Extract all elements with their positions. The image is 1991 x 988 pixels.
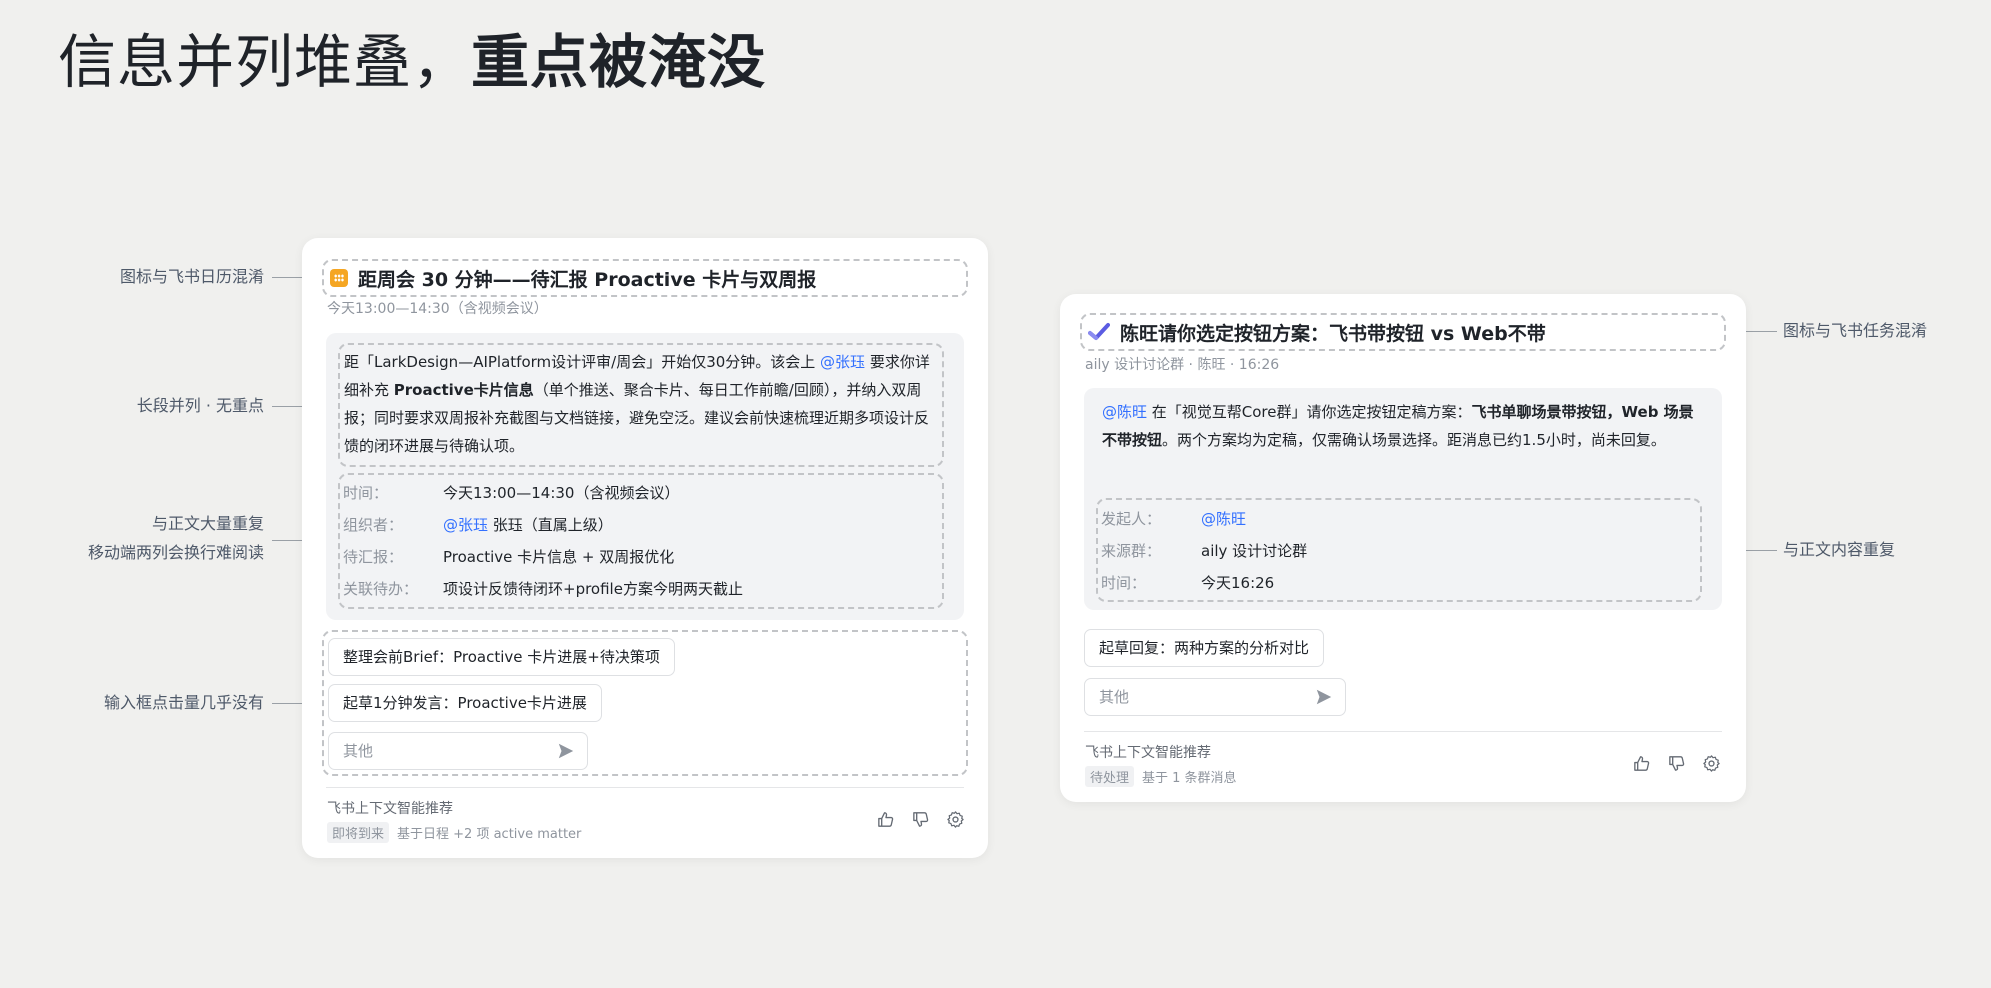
card-subtitle: 今天13:00—14:30（含视频会议） — [327, 301, 548, 317]
other-input[interactable] — [1099, 688, 1249, 706]
info-label: 时间： — [1101, 573, 1147, 592]
page-title-bold: 重点被淹没 — [471, 28, 767, 96]
suggestion-chip[interactable]: 整理会前Brief：Proactive 卡片进展+待决策项 — [328, 638, 675, 676]
annotation-duplicate-line1: 与正文大量重复 — [151, 514, 264, 533]
suggestion-chip[interactable]: 起草回复：两种方案的分析对比 — [1084, 629, 1325, 667]
footer-source: 基于 1 条群消息 — [1142, 771, 1237, 786]
card-title-row: 陈旺请你选定按钮方案：飞书带按钮 vs Web不带 — [1080, 313, 1726, 351]
info-row-time: 时间： 今天16:26 — [1101, 566, 1307, 598]
footer-meta: 即将到来 基于日程 +2 项 active matter — [327, 822, 581, 843]
task-check-icon — [1088, 323, 1110, 340]
annotation-duplicate-line2: 移动端两列会换行难阅读 — [87, 543, 264, 562]
status-badge: 待处理 — [1085, 766, 1135, 787]
card-title: 陈旺请你选定按钮方案：飞书带按钮 vs Web不带 — [1120, 322, 1546, 345]
info-label: 发起人： — [1101, 509, 1162, 528]
info-value: 今天13:00—14:30（含视频会议） — [443, 483, 680, 502]
card-title-row: 距周会 30 分钟——待汇报 Proactive 卡片与双周报 — [322, 259, 968, 297]
body-paragraph: 距「LarkDesign—AIPlatform设计评审/周会」开始仅30分钟。该… — [344, 353, 930, 455]
info-row-initiator: 发起人： @陈旺 — [1101, 502, 1307, 534]
mention-link[interactable]: @张珏 — [443, 516, 488, 534]
gear-icon[interactable] — [1702, 754, 1721, 773]
info-label: 关联待办： — [343, 579, 419, 598]
calendar-icon — [330, 269, 348, 287]
mention-link[interactable]: @陈旺 — [1102, 403, 1147, 421]
info-row-report: 待汇报： Proactive 卡片信息 + 双周报优化 — [343, 540, 743, 572]
send-icon[interactable] — [557, 742, 575, 760]
footer-title: 飞书上下文智能推荐 — [327, 801, 453, 817]
info-table-box: 时间： 今天13:00—14:30（含视频会议） 组织者： @张珏 张珏（直属上… — [338, 473, 944, 609]
annotation-icon-calendar: 图标与飞书日历混淆 — [119, 267, 264, 286]
info-row-organizer: 组织者： @张珏 张珏（直属上级） — [343, 508, 743, 540]
info-row-source-group: 来源群： aily 设计讨论群 — [1101, 534, 1307, 566]
info-label: 时间： — [343, 483, 389, 502]
gear-icon[interactable] — [946, 810, 965, 829]
feedback-actions — [1632, 754, 1721, 773]
thumbs-up-icon[interactable] — [876, 810, 895, 829]
info-label: 待汇报： — [343, 547, 404, 566]
page-title-normal: 信息并列堆叠， — [58, 28, 472, 96]
mention-link[interactable]: @陈旺 — [1201, 510, 1246, 528]
annotation-input-usage: 输入框点击量几乎没有 — [103, 693, 264, 712]
annotation-icon-task: 图标与飞书任务混淆 — [1783, 321, 1928, 340]
meeting-reminder-card: 距周会 30 分钟——待汇报 Proactive 卡片与双周报 今天13:00—… — [302, 238, 988, 858]
info-value: 项设计反馈待闭环+profile方案今明两天截止 — [443, 579, 743, 598]
info-value: aily 设计讨论群 — [1201, 541, 1308, 560]
card-body: @陈旺 在「视觉互帮Core群」请你选定按钮定稿方案：飞书单聊场景带按钮，Web… — [1084, 388, 1722, 610]
info-table: 时间： 今天13:00—14:30（含视频会议） 组织者： @张珏 张珏（直属上… — [343, 476, 743, 604]
card-title: 距周会 30 分钟——待汇报 Proactive 卡片与双周报 — [358, 268, 817, 291]
thumbs-down-icon[interactable] — [1667, 754, 1686, 773]
feedback-actions — [876, 810, 965, 829]
info-table: 发起人： @陈旺 来源群： aily 设计讨论群 时间： 今天16:26 — [1101, 502, 1307, 598]
info-value: @陈旺 — [1201, 508, 1246, 529]
suggestion-chip[interactable]: 起草1分钟发言：Proactive卡片进展 — [328, 684, 602, 722]
footer-source: 基于日程 +2 项 active matter — [397, 827, 582, 842]
footer-meta: 待处理 基于 1 条群消息 — [1085, 766, 1237, 787]
mention-link[interactable]: @张珏 — [820, 353, 865, 371]
status-badge: 即将到来 — [327, 822, 390, 843]
task-request-card: 陈旺请你选定按钮方案：飞书带按钮 vs Web不带 aily 设计讨论群 · 陈… — [1060, 294, 1746, 802]
footer-divider — [1084, 731, 1722, 732]
footer-divider — [326, 787, 964, 788]
send-icon[interactable] — [1315, 688, 1333, 706]
body-paragraph-box: 距「LarkDesign—AIPlatform设计评审/周会」开始仅30分钟。该… — [338, 343, 944, 467]
info-table-box: 发起人： @陈旺 来源群： aily 设计讨论群 时间： 今天16:26 — [1096, 498, 1702, 602]
body-paragraph: @陈旺 在「视觉互帮Core群」请你选定按钮定稿方案：飞书单聊场景带按钮，Web… — [1102, 403, 1694, 449]
info-row-todo: 关联待办： 项设计反馈待闭环+profile方案今明两天截止 — [343, 572, 743, 604]
info-row-time: 时间： 今天13:00—14:30（含视频会议） — [343, 476, 743, 508]
thumbs-up-icon[interactable] — [1632, 754, 1651, 773]
other-input-box — [1084, 678, 1346, 716]
page-title: 信息并列堆叠，重点被淹没 — [58, 26, 766, 98]
info-label: 组织者： — [343, 515, 404, 534]
annotation-duplicate-content: 与正文内容重复 — [1783, 540, 1896, 559]
info-label: 来源群： — [1101, 541, 1162, 560]
thumbs-down-icon[interactable] — [911, 810, 930, 829]
other-input-box — [328, 732, 588, 770]
info-value: Proactive 卡片信息 + 双周报优化 — [443, 547, 675, 566]
card-subtitle: aily 设计讨论群 · 陈旺 · 16:26 — [1085, 357, 1280, 373]
footer-title: 飞书上下文智能推荐 — [1085, 745, 1211, 761]
info-value: 今天16:26 — [1201, 573, 1275, 592]
other-input[interactable] — [343, 742, 493, 760]
card-body: 距「LarkDesign—AIPlatform设计评审/周会」开始仅30分钟。该… — [326, 333, 964, 620]
info-value: @张珏 张珏（直属上级） — [443, 515, 613, 534]
annotation-long-paragraph: 长段并列 · 无重点 — [136, 396, 264, 415]
